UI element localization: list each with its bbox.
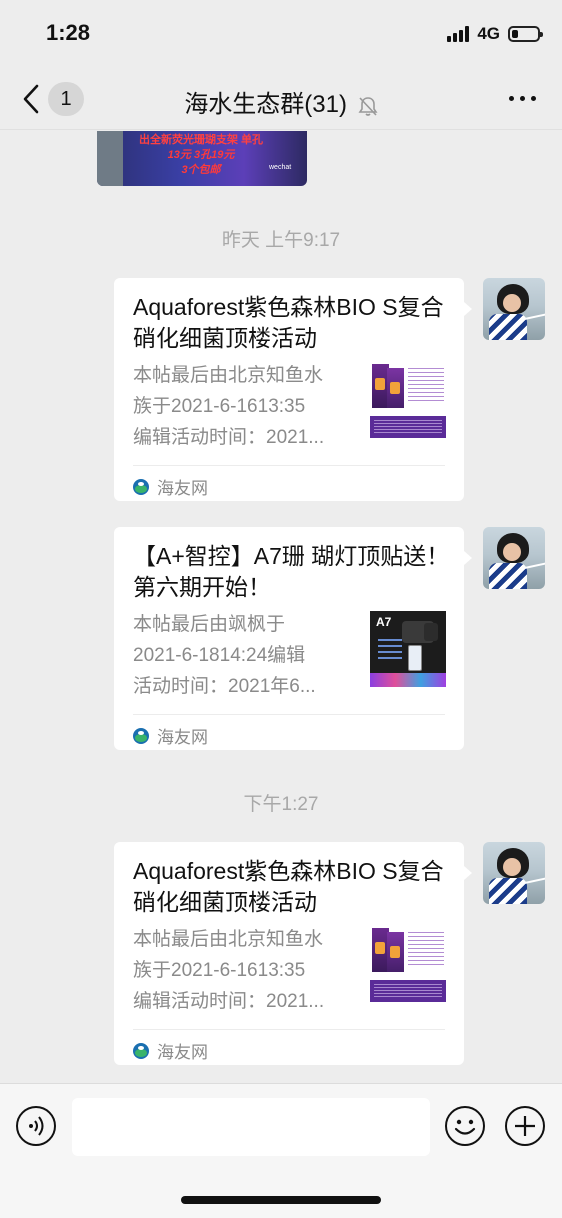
link-card-message[interactable]: Aquaforest紫色森林BIO S复合硝化细菌顶楼活动 本帖最后由北京知鱼水… (114, 278, 472, 501)
link-card-source: 海友网 (133, 723, 208, 748)
avatar[interactable] (483, 842, 545, 904)
more-icon (509, 96, 514, 101)
card-divider (133, 714, 445, 715)
link-card-thumbnail: A7 (370, 611, 446, 687)
chat-header: 1 海水生态群(31) (0, 68, 562, 130)
source-app-icon (133, 727, 149, 744)
link-card-message[interactable]: 【A+智控】A7珊 瑚灯顶贴送！第六期开始！ 本帖最后由飒枫于 2021-6-1… (114, 527, 472, 750)
timestamp: 下午1:27 (243, 794, 319, 815)
avatar[interactable] (483, 278, 545, 340)
card-divider (133, 465, 445, 466)
previous-image-message[interactable]: 出全新荧光珊瑚支架 单孔 13元 3孔19元 3个包邮 wechat (97, 131, 307, 186)
link-card-source: 海友网 (133, 474, 208, 499)
source-name: 海友网 (157, 728, 208, 747)
link-card-thumbnail (370, 928, 446, 1004)
photo-strip (97, 131, 123, 186)
description-line: 本帖最后由北京知鱼水 (133, 929, 324, 950)
source-name: 海友网 (157, 1043, 208, 1062)
description-line: 族于2021-6-1613:35 (133, 396, 306, 417)
more-actions-button[interactable] (505, 1106, 545, 1146)
network-type: 4G (477, 24, 500, 43)
status-indicators: 4G (447, 24, 543, 44)
card-divider (133, 1029, 445, 1030)
battery-icon (508, 26, 543, 42)
signal-icon (447, 26, 470, 42)
link-card-message[interactable]: Aquaforest紫色森林BIO S复合硝化细菌顶楼活动 本帖最后由北京知鱼水… (114, 842, 472, 1065)
image-caption-line: 3个包邮 (181, 164, 221, 176)
link-card-description: 本帖最后由飒枫于 2021-6-1814:24编辑 活动时间：2021年6... (133, 609, 355, 702)
chat-title: 海水生态群(31) (0, 84, 562, 119)
description-line: 族于2021-6-1613:35 (133, 960, 306, 981)
emoji-icon (454, 1119, 476, 1135)
timestamp: 昨天 上午9:17 (221, 230, 341, 251)
plus-icon (515, 1116, 535, 1136)
image-caption-line: 13元 3孔19元 (167, 149, 235, 161)
link-card-title: Aquaforest紫色森林BIO S复合硝化细菌顶楼活动 (133, 858, 444, 915)
voice-button[interactable] (16, 1106, 56, 1146)
more-button[interactable] (509, 96, 536, 101)
link-card-thumbnail (370, 364, 446, 440)
voice-icon (29, 1116, 44, 1136)
description-line: 编辑活动时间：2021... (133, 991, 325, 1012)
input-toolbar (0, 1083, 562, 1218)
mute-icon (358, 96, 378, 116)
emoji-button[interactable] (445, 1106, 485, 1146)
source-name: 海友网 (157, 479, 208, 498)
source-app-icon (133, 478, 149, 495)
link-card-title: Aquaforest紫色森林BIO S复合硝化细菌顶楼活动 (133, 294, 444, 351)
link-card-description: 本帖最后由北京知鱼水 族于2021-6-1613:35 编辑活动时间：2021.… (133, 360, 355, 453)
description-line: 2021-6-1814:24编辑 (133, 645, 306, 666)
image-caption: 出全新荧光珊瑚支架 单孔 13元 3孔19元 3个包邮 (121, 133, 281, 178)
watermark: wechat (269, 164, 292, 171)
source-app-icon (133, 1042, 149, 1059)
status-bar: 1:28 4G (0, 0, 562, 68)
description-line: 本帖最后由飒枫于 (133, 614, 286, 635)
link-card-description: 本帖最后由北京知鱼水 族于2021-6-1613:35 编辑活动时间：2021.… (133, 924, 355, 1017)
message-input[interactable] (72, 1098, 430, 1156)
link-card-title: 【A+智控】A7珊 瑚灯顶贴送！第六期开始！ (133, 543, 450, 600)
home-indicator[interactable] (181, 1196, 381, 1204)
description-line: 编辑活动时间：2021... (133, 427, 325, 448)
image-caption-line: 出全新荧光珊瑚支架 单孔 (138, 134, 264, 146)
description-line: 活动时间：2021年6... (133, 676, 316, 697)
link-card-source: 海友网 (133, 1038, 208, 1063)
group-name: 海水生态群(31) (184, 91, 347, 118)
status-time: 1:28 (46, 20, 91, 45)
battery-level (512, 30, 518, 38)
avatar[interactable] (483, 527, 545, 589)
description-line: 本帖最后由北京知鱼水 (133, 365, 324, 386)
thumbnail-label: A7 (376, 615, 392, 629)
message-list[interactable]: 出全新荧光珊瑚支架 单孔 13元 3孔19元 3个包邮 wechat 昨天 上午… (0, 131, 562, 1083)
